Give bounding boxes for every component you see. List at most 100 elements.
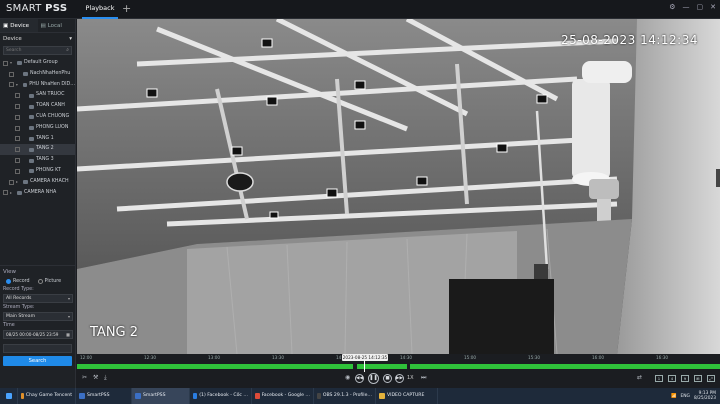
- fast-forward-button[interactable]: ▶▶: [395, 374, 404, 383]
- tree-node-label: PHONG LUON: [36, 124, 69, 130]
- checkbox[interactable]: [15, 114, 20, 120]
- add-tab-button[interactable]: +: [122, 2, 131, 15]
- clock[interactable]: 9:13 PM 8/25/2023: [694, 391, 716, 401]
- radio-off-icon: [37, 279, 43, 284]
- picture-radio[interactable]: Picture: [37, 277, 61, 286]
- checkbox[interactable]: [15, 158, 20, 164]
- layout-16-icon[interactable]: ⊞: [694, 375, 702, 382]
- tree-node[interactable]: ▾ PHU NhaHen DID…: [0, 80, 75, 91]
- rewind-button[interactable]: ◀◀: [355, 374, 364, 383]
- fullscreen-icon[interactable]: ⤢: [707, 375, 715, 382]
- tree-node[interactable]: TANG 1: [0, 134, 75, 145]
- camera-snapshot-icon[interactable]: ◉: [345, 374, 350, 381]
- tree-node[interactable]: PHONG KT: [0, 166, 75, 177]
- checkbox[interactable]: [15, 125, 20, 131]
- app-icon: [255, 393, 260, 399]
- camera-icon: [29, 158, 34, 163]
- cut-icon[interactable]: ✂: [82, 374, 87, 381]
- device-group-icon: [23, 180, 28, 185]
- maximize-button[interactable]: ▢: [697, 3, 704, 11]
- camera-icon: [29, 136, 34, 141]
- time-tick: 15:30: [528, 355, 541, 360]
- tab-playback[interactable]: Playback: [82, 0, 118, 19]
- tree-node[interactable]: ▾ Default Group: [0, 58, 75, 69]
- time-label: Time: [3, 323, 15, 328]
- tab-device[interactable]: ▣ Device: [0, 19, 38, 32]
- tree-node[interactable]: ▸ CAMERA KHACH: [0, 177, 75, 188]
- search-button[interactable]: Search: [3, 356, 72, 366]
- checkbox[interactable]: [15, 147, 20, 153]
- checkbox[interactable]: [3, 190, 8, 196]
- camera-icon: [29, 126, 34, 131]
- tools-icon[interactable]: ⚒: [93, 374, 98, 381]
- layout-1-icon[interactable]: 1: [655, 375, 663, 382]
- record-type-select[interactable]: All Records ▾: [3, 294, 73, 303]
- tree-node-label: NachNhaHenPhu: [30, 70, 71, 76]
- record-radio[interactable]: Record: [6, 277, 30, 286]
- side-collapse-handle[interactable]: [716, 169, 720, 187]
- expand-arrow-icon[interactable]: ▾: [16, 80, 21, 91]
- tree-node[interactable]: ▸ CAMERA NHA: [0, 188, 75, 199]
- taskbar-app-label: SmartPSS: [87, 393, 110, 398]
- taskbar-app[interactable]: SmartPSS: [76, 388, 132, 404]
- stop-button[interactable]: ■: [383, 374, 392, 383]
- search-icon: ⌕: [66, 47, 69, 53]
- taskbar-app-label: SmartPSS: [143, 393, 166, 398]
- pause-button[interactable]: ❚❚: [368, 373, 379, 384]
- window-controls: ⚙ — ▢ ✕: [669, 3, 716, 11]
- stream-type-select[interactable]: Main Stream ▾: [3, 312, 73, 321]
- tree-node[interactable]: NachNhaHenPhu: [0, 69, 75, 80]
- layout-9-icon[interactable]: 9: [681, 375, 689, 382]
- device-dropdown[interactable]: Device ▾: [0, 33, 75, 45]
- device-group-icon: [22, 82, 28, 87]
- tree-node[interactable]: SAN TRUOC: [0, 90, 75, 101]
- checkbox[interactable]: [15, 168, 20, 174]
- tree-node[interactable]: CUA CHUONG: [0, 112, 75, 123]
- tree-node[interactable]: TANG 3: [0, 155, 75, 166]
- panel-tabs: ▣ Device ▤ Local: [0, 19, 75, 33]
- time-range-field[interactable]: 08/25 00:00-08/25 23:59 ▦: [3, 330, 73, 339]
- camera-frame-image: [77, 19, 720, 354]
- expand-arrow-icon[interactable]: ▸: [10, 188, 15, 199]
- start-button[interactable]: [0, 388, 18, 404]
- next-frame-icon[interactable]: ⏭: [421, 374, 426, 382]
- taskbar-app[interactable]: Chay Game Tencent: [18, 388, 76, 404]
- record-bar[interactable]: [77, 364, 720, 369]
- tab-local[interactable]: ▤ Local: [38, 19, 76, 32]
- minimize-button[interactable]: —: [683, 3, 690, 11]
- search-input[interactable]: Search ⌕: [3, 46, 72, 55]
- smartpss-window: SMART PSS Playback + ⚙ — ▢ ✕ ▣ Device ▤ Lo…: [0, 0, 720, 404]
- time-tick: 16:30: [656, 355, 669, 360]
- tree-node-label: TANG 2: [36, 146, 54, 152]
- download-icon[interactable]: ⤓: [104, 374, 107, 382]
- network-icon[interactable]: 📶: [671, 394, 676, 399]
- taskbar-app[interactable]: VIDEO CAPTURE: [376, 388, 438, 404]
- time-tick: 13:00: [208, 355, 221, 360]
- tree-node[interactable]: PHONG LUON: [0, 123, 75, 134]
- checkbox[interactable]: [15, 104, 20, 110]
- language-indicator[interactable]: ENG: [680, 394, 689, 399]
- taskbar-app[interactable]: (1) Facebook - Cốc …: [190, 388, 252, 404]
- expand-arrow-icon[interactable]: ▸: [16, 177, 21, 188]
- sync-icon[interactable]: ⇄: [637, 374, 642, 381]
- taskbar-app[interactable]: OBS 29.1.3 - Profile…: [314, 388, 376, 404]
- tree-node[interactable]: TANG 2: [0, 144, 75, 156]
- expand-arrow-icon[interactable]: ▾: [10, 58, 15, 69]
- checkbox[interactable]: [15, 136, 20, 142]
- tree-node[interactable]: TOAN CANH: [0, 101, 75, 112]
- speed-label[interactable]: 1X: [407, 375, 414, 381]
- checkbox[interactable]: [3, 60, 8, 66]
- camera-video-view[interactable]: 25-08-2023 14:12:34 TANG 2: [77, 19, 720, 354]
- checkbox[interactable]: [9, 179, 14, 185]
- checkbox[interactable]: [9, 82, 14, 88]
- settings-icon[interactable]: ⚙: [669, 3, 675, 11]
- device-group-icon: [17, 190, 22, 195]
- close-button[interactable]: ✕: [710, 3, 716, 11]
- taskbar-app[interactable]: SmartPSS: [132, 388, 190, 404]
- taskbar-app[interactable]: Facebook - Google …: [252, 388, 314, 404]
- layout-4-icon[interactable]: 4: [668, 375, 676, 382]
- time-ticks: 12:0012:3013:0013:3014:0014:3015:0015:30…: [77, 354, 720, 363]
- checkbox[interactable]: [9, 71, 14, 77]
- checkbox[interactable]: [15, 93, 20, 99]
- camera-icon: [29, 115, 34, 120]
